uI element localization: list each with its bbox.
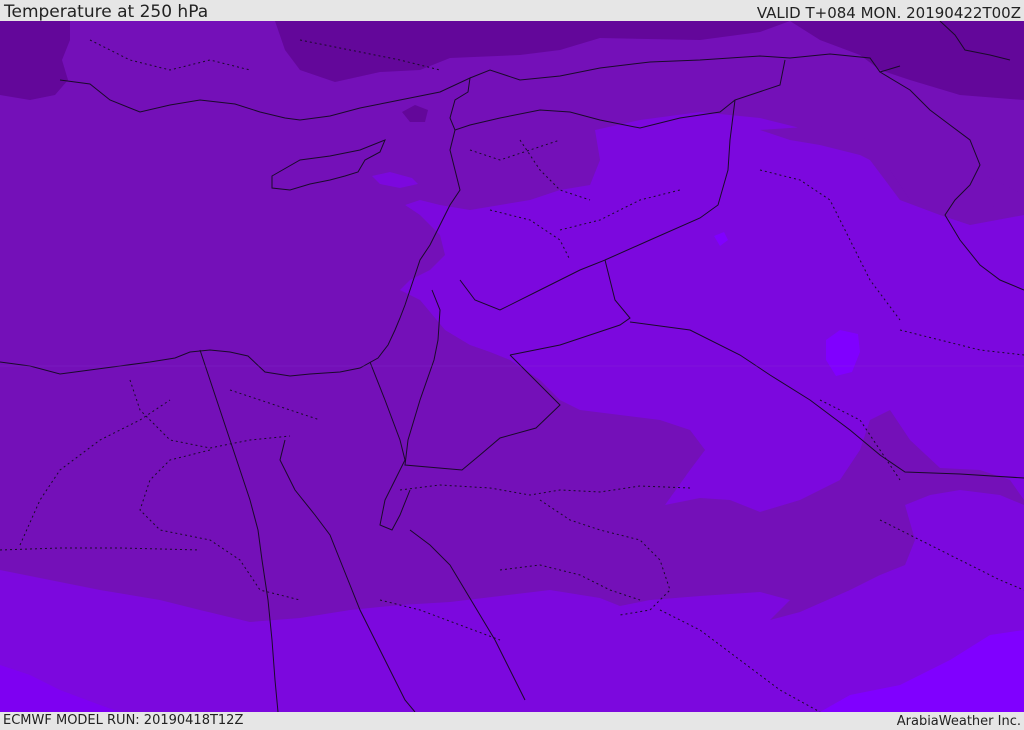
map-title: Temperature at 250 hPa [4,2,209,22]
header-bar: Temperature at 250 hPa VALID T+084 MON. … [0,0,1024,21]
valid-time: VALID T+084 MON. 20190422T00Z [756,4,1021,22]
footer-bar: ECMWF MODEL RUN: 20190418T12Z ArabiaWeat… [0,712,1024,729]
model-run: ECMWF MODEL RUN: 20190418T12Z [3,713,244,728]
page: Temperature at 250 hPa VALID T+084 MON. … [0,0,1024,729]
credit: ArabiaWeather Inc. [896,714,1021,729]
map-svg [0,21,1024,712]
field-dark-nw [0,21,70,100]
temperature-map [0,21,1024,712]
